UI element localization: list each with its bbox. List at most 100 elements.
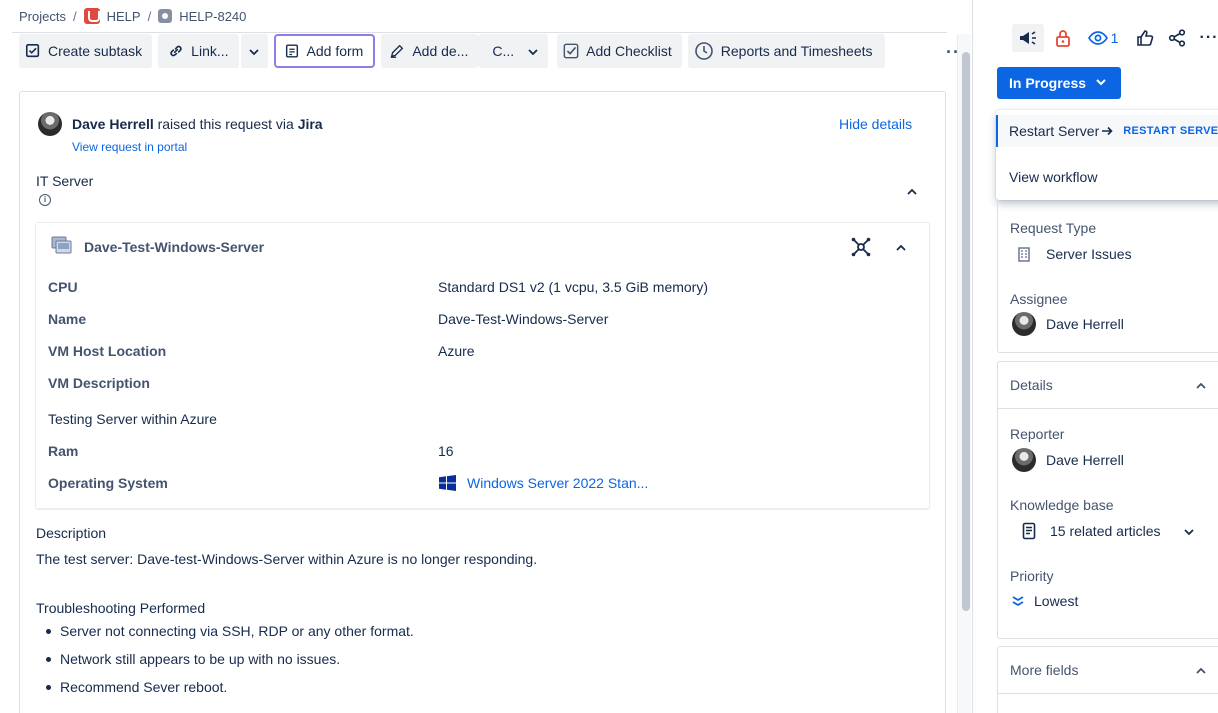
- chevron-down-icon: [1096, 78, 1106, 89]
- chevron-up-icon: [907, 188, 917, 195]
- divider: [998, 693, 1218, 694]
- reporter-value[interactable]: Dave Herrell: [1046, 452, 1124, 468]
- share-icon: [1168, 29, 1186, 47]
- reporter-name[interactable]: Dave Herrell: [72, 116, 154, 132]
- details-heading[interactable]: Details: [1010, 377, 1053, 393]
- server-icon: [51, 236, 72, 254]
- issue-actions-bar: 1 ···: [1012, 24, 1218, 52]
- thumbs-up-icon: [1137, 30, 1154, 46]
- request-type-value[interactable]: Server Issues: [1046, 246, 1132, 262]
- chevron-down-icon[interactable]: [1183, 527, 1195, 537]
- channel-name: Jira: [297, 116, 323, 132]
- design-icon: [389, 43, 405, 59]
- info-icon[interactable]: i: [39, 194, 51, 206]
- breadcrumb-issue-key[interactable]: HELP-8240: [179, 9, 246, 24]
- avatar: [1012, 312, 1036, 336]
- c-menu-label: C...: [492, 43, 515, 59]
- attr-value-vm-description: Testing Server within Azure: [48, 411, 217, 427]
- breadcrumb-project[interactable]: HELP: [107, 9, 141, 24]
- raised-by-line: Dave Herrell raised this request via Jir…: [72, 116, 323, 132]
- more-fields-box: [997, 646, 1218, 713]
- watch-button[interactable]: 1: [1081, 24, 1125, 52]
- subtask-icon: [25, 43, 41, 59]
- attr-value-name: Dave-Test-Windows-Server: [438, 311, 609, 327]
- reports-label: Reports and Timesheets: [720, 43, 873, 59]
- priority-value[interactable]: Lowest: [1034, 593, 1078, 609]
- avatar: [38, 112, 62, 136]
- create-subtask-button[interactable]: Create subtask: [19, 34, 153, 68]
- asset-title[interactable]: Dave-Test-Windows-Server: [84, 239, 264, 255]
- attr-label-os: Operating System: [48, 475, 168, 491]
- add-checklist-label: Add Checklist: [586, 43, 672, 59]
- list-item: Network still appears to be up with no i…: [45, 651, 341, 667]
- breadcrumb-projects[interactable]: Projects: [19, 9, 66, 24]
- raised-text: raised this request via: [157, 116, 294, 132]
- hide-details-link[interactable]: Hide details: [839, 116, 912, 132]
- assignee-value[interactable]: Dave Herrell: [1046, 316, 1124, 332]
- avatar: [1012, 448, 1036, 472]
- asset-card: [35, 222, 930, 509]
- add-form-label: Add form: [306, 43, 364, 59]
- attr-label-cpu: CPU: [48, 279, 78, 295]
- chevron-up-icon[interactable]: [1195, 665, 1207, 677]
- attr-value-cpu: Standard DS1 v2 (1 vcpu, 3.5 GiB memory): [438, 279, 708, 295]
- request-type-label: Request Type: [1010, 220, 1097, 236]
- description-text: The test server: Dave-test-Windows-Serve…: [36, 551, 538, 567]
- link-button[interactable]: Link...: [158, 34, 239, 68]
- create-subtask-label: Create subtask: [48, 43, 143, 59]
- c-menu-button[interactable]: C...: [478, 34, 549, 68]
- divider: [998, 408, 1218, 409]
- link-dropdown-button[interactable]: [239, 34, 268, 68]
- troubleshooting-heading: Troubleshooting Performed: [36, 600, 206, 616]
- panel-divider: [972, 0, 973, 713]
- view-in-portal-link[interactable]: View request in portal: [72, 140, 187, 154]
- add-design-label: Add de...: [412, 43, 469, 59]
- add-design-button[interactable]: Add de...: [381, 34, 479, 68]
- more-options-icon[interactable]: ···: [1193, 24, 1218, 52]
- attr-label-vm-host: VM Host Location: [48, 343, 167, 359]
- clock-icon: [694, 42, 714, 60]
- attr-value-ram: 16: [438, 443, 454, 459]
- add-form-button[interactable]: Add form: [273, 34, 376, 68]
- breadcrumb-separator: /: [147, 8, 152, 24]
- checklist-icon: [563, 43, 579, 59]
- breadcrumb: Projects / HELP / HELP-8240: [19, 8, 246, 24]
- knowledge-base-label: Knowledge base: [1010, 497, 1114, 513]
- megaphone-icon: [1020, 31, 1036, 45]
- priority-label: Priority: [1010, 568, 1054, 584]
- watch-count: 1: [1110, 30, 1119, 46]
- vote-button[interactable]: [1129, 24, 1161, 52]
- description-heading: Description: [36, 525, 107, 541]
- chevron-up-icon: [896, 244, 906, 251]
- reports-timesheets-button[interactable]: Reports and Timesheets: [687, 34, 885, 68]
- priority-lowest-icon: [1012, 596, 1024, 607]
- building-icon: [1018, 247, 1030, 262]
- lock-icon: [1056, 30, 1070, 47]
- list-item: Server not connecting via SSH, RDP or an…: [46, 623, 414, 639]
- transition-target-status: RESTART SERVER: [1123, 125, 1218, 137]
- issue-toolbar: Create subtask Link... Add form Add de..…: [19, 34, 885, 68]
- attr-value-os-link[interactable]: Windows Server 2022 Stan...: [467, 475, 648, 491]
- knowledge-base-value[interactable]: 15 related articles: [1050, 523, 1161, 539]
- list-item: Recommend Sever reboot.: [45, 679, 228, 695]
- chevron-down-icon: [249, 43, 259, 59]
- add-checklist-button[interactable]: Add Checklist: [557, 34, 682, 68]
- divider: [12, 32, 947, 33]
- collapse-asset-button[interactable]: [895, 241, 907, 257]
- status-button[interactable]: In Progress: [997, 67, 1121, 99]
- issue-type-icon: [158, 9, 173, 23]
- view-workflow-item[interactable]: View workflow: [1009, 169, 1097, 185]
- scrollbar-thumb[interactable]: [962, 52, 970, 611]
- restrictions-button[interactable]: [1047, 24, 1079, 52]
- collapse-it-server-button[interactable]: [906, 185, 918, 201]
- more-fields-heading[interactable]: More fields: [1010, 662, 1078, 678]
- transition-label: Restart Server: [1009, 123, 1100, 139]
- feedback-button[interactable]: [1012, 24, 1044, 52]
- transition-restart-server[interactable]: Restart Server RESTART SERVER: [996, 115, 1218, 147]
- share-button[interactable]: [1161, 24, 1193, 52]
- project-icon: [83, 8, 100, 24]
- graph-view-icon[interactable]: [850, 236, 872, 258]
- status-label: In Progress: [1009, 75, 1087, 91]
- reporter-label: Reporter: [1010, 426, 1065, 442]
- chevron-up-icon[interactable]: [1195, 380, 1207, 392]
